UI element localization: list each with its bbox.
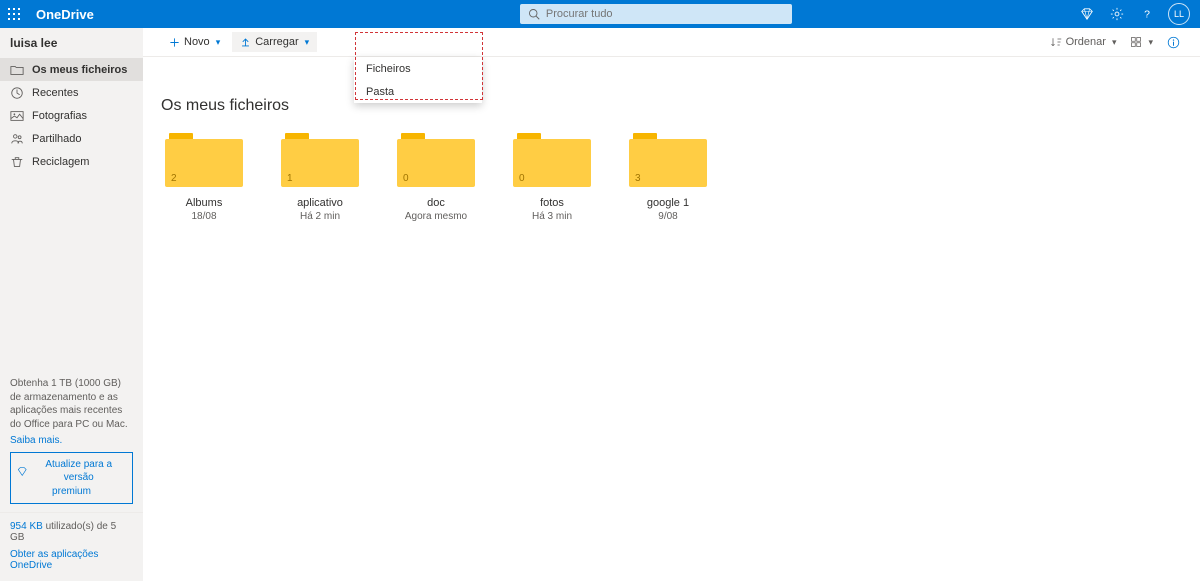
settings-gear-icon[interactable] [1108, 5, 1126, 23]
folder-name: Albums [186, 197, 223, 209]
promo-learn-more-link[interactable]: Saiba mais. [10, 435, 62, 446]
folder-name: fotos [540, 197, 564, 209]
sort-icon [1050, 36, 1062, 48]
upload-files-item[interactable]: Ficheiros [354, 57, 482, 80]
photo-icon [10, 109, 24, 123]
diamond-icon [17, 466, 27, 477]
sidebar-item-label: Fotografias [32, 110, 87, 122]
plus-icon [169, 37, 180, 48]
upload-folder-item[interactable]: Pasta [354, 80, 482, 103]
folder-meta: Agora mesmo [405, 211, 467, 222]
get-apps-link[interactable]: Obter as aplicações OneDrive [10, 549, 133, 571]
brand-label: OneDrive [36, 7, 94, 22]
sidebar-item-label: Recentes [32, 87, 78, 99]
app-launcher-icon[interactable] [0, 0, 28, 28]
upload-label: Carregar [255, 36, 298, 48]
premium-line1: Atualize para a versão [31, 458, 126, 484]
sidebar-item-recent[interactable]: Recentes [0, 81, 143, 104]
promo-text: Obtenha 1 TB (1000 GB) de armazenamento … [10, 377, 133, 431]
sidebar-item-label: Reciclagem [32, 156, 89, 168]
info-button[interactable] [1165, 34, 1182, 51]
grid-view-icon [1130, 36, 1142, 48]
info-icon [1167, 36, 1180, 49]
sidebar-item-photos[interactable]: Fotografias [0, 104, 143, 127]
folder-tile[interactable]: 0 fotos Há 3 min [509, 133, 595, 222]
folder-count: 2 [171, 173, 177, 184]
folder-large-icon: 1 [281, 133, 359, 187]
folder-count: 0 [519, 173, 525, 184]
upgrade-premium-button[interactable]: Atualize para a versão premium [10, 452, 133, 504]
folder-tile[interactable]: 0 doc Agora mesmo [393, 133, 479, 222]
folder-icon [10, 63, 24, 77]
user-avatar[interactable]: LL [1168, 3, 1190, 25]
folder-count: 0 [403, 173, 409, 184]
svg-text:?: ? [1144, 9, 1150, 21]
people-icon [10, 132, 24, 146]
sidebar-item-shared[interactable]: Partilhado [0, 127, 143, 150]
folder-tile[interactable]: 1 aplicativo Há 2 min [277, 133, 363, 222]
search-box[interactable] [520, 4, 792, 24]
folder-count: 3 [635, 173, 641, 184]
sort-label: Ordenar [1066, 36, 1106, 48]
folder-meta: Há 3 min [532, 211, 572, 222]
folder-tile[interactable]: 3 google 1 9/08 [625, 133, 711, 222]
premium-diamond-icon[interactable] [1078, 5, 1096, 23]
premium-line2: premium [52, 485, 91, 498]
folder-meta: 18/08 [191, 211, 216, 222]
folder-tile[interactable]: 2 Albums 18/08 [161, 133, 247, 222]
folder-name: doc [427, 197, 445, 209]
folder-name: google 1 [647, 197, 689, 209]
sidebar-item-label: Partilhado [32, 133, 82, 145]
page-title: Os meus ficheiros [161, 97, 1182, 115]
sidebar-item-label: Os meus ficheiros [32, 64, 127, 76]
search-icon [528, 8, 540, 20]
sidebar-item-myfiles[interactable]: Os meus ficheiros [0, 58, 143, 81]
sort-button[interactable]: Ordenar ▾ [1048, 34, 1119, 50]
folder-large-icon: 2 [165, 133, 243, 187]
chevron-down-icon: ▾ [1112, 37, 1117, 48]
folder-large-icon: 0 [513, 133, 591, 187]
new-button[interactable]: Novo ▾ [161, 32, 228, 52]
folder-large-icon: 0 [397, 133, 475, 187]
storage-info: 954 KB utilizado(s) de 5 GB [10, 521, 133, 543]
chevron-down-icon: ▾ [1148, 37, 1153, 48]
folder-count: 1 [287, 173, 293, 184]
upload-button[interactable]: Carregar ▾ [232, 32, 317, 52]
clock-icon [10, 86, 24, 100]
storage-used-link[interactable]: 954 KB [10, 521, 43, 532]
folder-meta: 9/08 [658, 211, 677, 222]
new-label: Novo [184, 36, 210, 48]
folder-grid: 2 Albums 18/08 1 aplicativo Há 2 min 0 d… [161, 133, 1182, 222]
folder-large-icon: 3 [629, 133, 707, 187]
view-toggle-button[interactable]: ▾ [1128, 34, 1155, 50]
upload-icon [240, 37, 251, 48]
trash-icon [10, 155, 24, 169]
folder-name: aplicativo [297, 197, 343, 209]
user-name: luisa lee [0, 28, 143, 58]
help-icon[interactable]: ? [1138, 5, 1156, 23]
search-input[interactable] [546, 8, 784, 20]
folder-meta: Há 2 min [300, 211, 340, 222]
chevron-down-icon: ▾ [305, 37, 310, 48]
sidebar-item-recycle[interactable]: Reciclagem [0, 150, 143, 173]
chevron-down-icon: ▾ [216, 37, 221, 48]
upload-dropdown: Ficheiros Pasta [354, 57, 482, 103]
